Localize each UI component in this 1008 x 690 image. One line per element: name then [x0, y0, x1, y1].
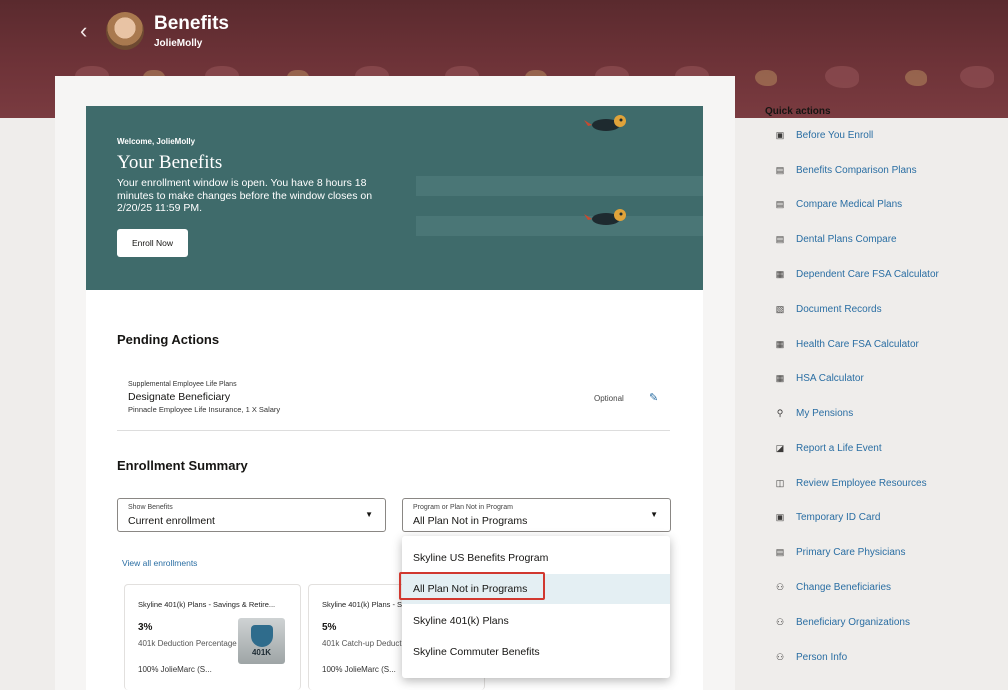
bird-illustration-icon [584, 115, 626, 131]
calculator-icon: ▦ [775, 269, 785, 279]
quick-action-primary-care[interactable]: ▤ Primary Care Physicians [774, 547, 906, 558]
banner-stripe [416, 176, 703, 196]
quick-action-health-fsa[interactable]: ▦ Health Care FSA Calculator [774, 339, 919, 350]
tile-title: Skyline 401(k) Plans - Savings & Retire.… [138, 600, 276, 609]
tile-percent: 5% [322, 622, 337, 633]
briefcase-icon: ▤ [775, 199, 785, 209]
people-icon: ⚇ [775, 652, 785, 662]
pending-actions-heading: Pending Actions [117, 332, 220, 347]
divider [117, 430, 670, 431]
quick-action-dental-compare[interactable]: ▤ Dental Plans Compare [774, 234, 897, 245]
briefcase-icon: ▤ [775, 165, 785, 175]
quick-action-compare-medical[interactable]: ▤ Compare Medical Plans [774, 199, 902, 210]
quick-action-person-info[interactable]: ⚇ Person Info [774, 652, 847, 663]
tile-title: Skyline 401(k) Plans - S... [322, 600, 409, 609]
quick-action-benefits-comparison[interactable]: ▤ Benefits Comparison Plans [774, 165, 917, 176]
quick-action-before-you-enroll[interactable]: ▣ Before You Enroll [774, 130, 874, 141]
people-icon: ⚇ [775, 617, 785, 627]
enrollment-summary-heading: Enrollment Summary [117, 458, 248, 473]
view-all-enrollments-link[interactable]: View all enrollments [122, 558, 197, 568]
show-benefits-select[interactable]: Show Benefits Current enrollment ▼ [117, 498, 386, 532]
401k-badge-text: 401K [251, 648, 272, 657]
people-icon: ⚇ [775, 582, 785, 592]
caret-down-icon: ▼ [650, 510, 658, 519]
quick-action-document-records[interactable]: ▧ Document Records [774, 304, 882, 315]
tile-description: 401k Deduction Percentage [138, 639, 237, 648]
avatar [106, 12, 144, 50]
pending-action-category: Supplemental Employee Life Plans [128, 381, 237, 388]
pending-action-subtitle: Pinnacle Employee Life Insurance, 1 X Sa… [128, 405, 281, 414]
quick-action-hsa-calculator[interactable]: ▦ HSA Calculator [774, 373, 864, 384]
resources-icon: ◫ [775, 478, 785, 488]
quick-action-employee-resources[interactable]: ◫ Review Employee Resources [774, 478, 927, 489]
book-icon: ▣ [775, 130, 785, 140]
tile-payee: 100% JolieMarc (S... [138, 665, 212, 674]
dropdown-option[interactable]: Skyline 401(k) Plans [402, 606, 670, 636]
quick-action-report-life-event[interactable]: ◪ Report a Life Event [774, 443, 882, 454]
document-icon: ▧ [775, 304, 785, 314]
page-header: ‹ Benefits JolieMolly [80, 12, 229, 50]
enrollment-window-message: Your enrollment window is open. You have… [117, 177, 373, 214]
program-filter-dropdown: Skyline US Benefits Program All Plan Not… [402, 536, 670, 678]
enroll-now-button[interactable]: Enroll Now [117, 229, 188, 257]
tile-percent: 3% [138, 622, 153, 633]
banner-stripe [416, 216, 703, 236]
dropdown-option[interactable]: Skyline Commuter Benefits [402, 637, 670, 667]
quick-actions-title: Quick actions [765, 106, 831, 117]
program-filter-value: All Plan Not in Programs [413, 515, 528, 527]
id-card-icon: ▣ [775, 512, 785, 522]
calculator-icon: ▦ [775, 373, 785, 383]
briefcase-icon: ▤ [775, 547, 785, 557]
welcome-text: Welcome, JolieMolly [117, 137, 196, 146]
program-filter-label: Program or Plan Not in Program [413, 504, 513, 511]
bird-illustration-icon [584, 209, 626, 225]
user-name: JolieMolly [154, 38, 203, 49]
quick-action-change-beneficiaries[interactable]: ⚇ Change Beneficiaries [774, 582, 891, 593]
chevron-left-icon[interactable]: ‹ [80, 16, 102, 46]
banner-title: Your Benefits [117, 152, 223, 173]
pencil-icon[interactable]: ✎ [649, 391, 658, 404]
caret-down-icon: ▼ [365, 510, 373, 519]
welcome-banner: Welcome, JolieMolly Your Benefits Your e… [86, 106, 703, 290]
highlight-box [399, 572, 545, 600]
person-icon: ⚲ [776, 408, 784, 418]
show-benefits-label: Show Benefits [128, 504, 173, 511]
quick-action-dependent-fsa[interactable]: ▦ Dependent Care FSA Calculator [774, 269, 939, 280]
quick-action-temporary-id[interactable]: ▣ Temporary ID Card [774, 512, 881, 523]
pending-action-title[interactable]: Designate Beneficiary [128, 391, 230, 403]
event-icon: ◪ [775, 443, 785, 453]
dropdown-option[interactable]: Skyline US Benefits Program [402, 543, 670, 573]
401k-badge-icon: 401K [238, 618, 285, 664]
pending-action-status: Optional [594, 394, 624, 403]
quick-action-my-pensions[interactable]: ⚲ My Pensions [774, 408, 854, 419]
tile-payee: 100% JolieMarc (S... [322, 665, 396, 674]
page-title: Benefits [154, 13, 229, 34]
enrollment-tile[interactable]: Skyline 401(k) Plans - Savings & Retire.… [124, 584, 301, 690]
quick-action-beneficiary-orgs[interactable]: ⚇ Beneficiary Organizations [774, 617, 910, 628]
briefcase-icon: ▤ [775, 234, 785, 244]
show-benefits-value: Current enrollment [128, 515, 215, 527]
program-filter-select[interactable]: Program or Plan Not in Program All Plan … [402, 498, 671, 532]
calculator-icon: ▦ [775, 339, 785, 349]
